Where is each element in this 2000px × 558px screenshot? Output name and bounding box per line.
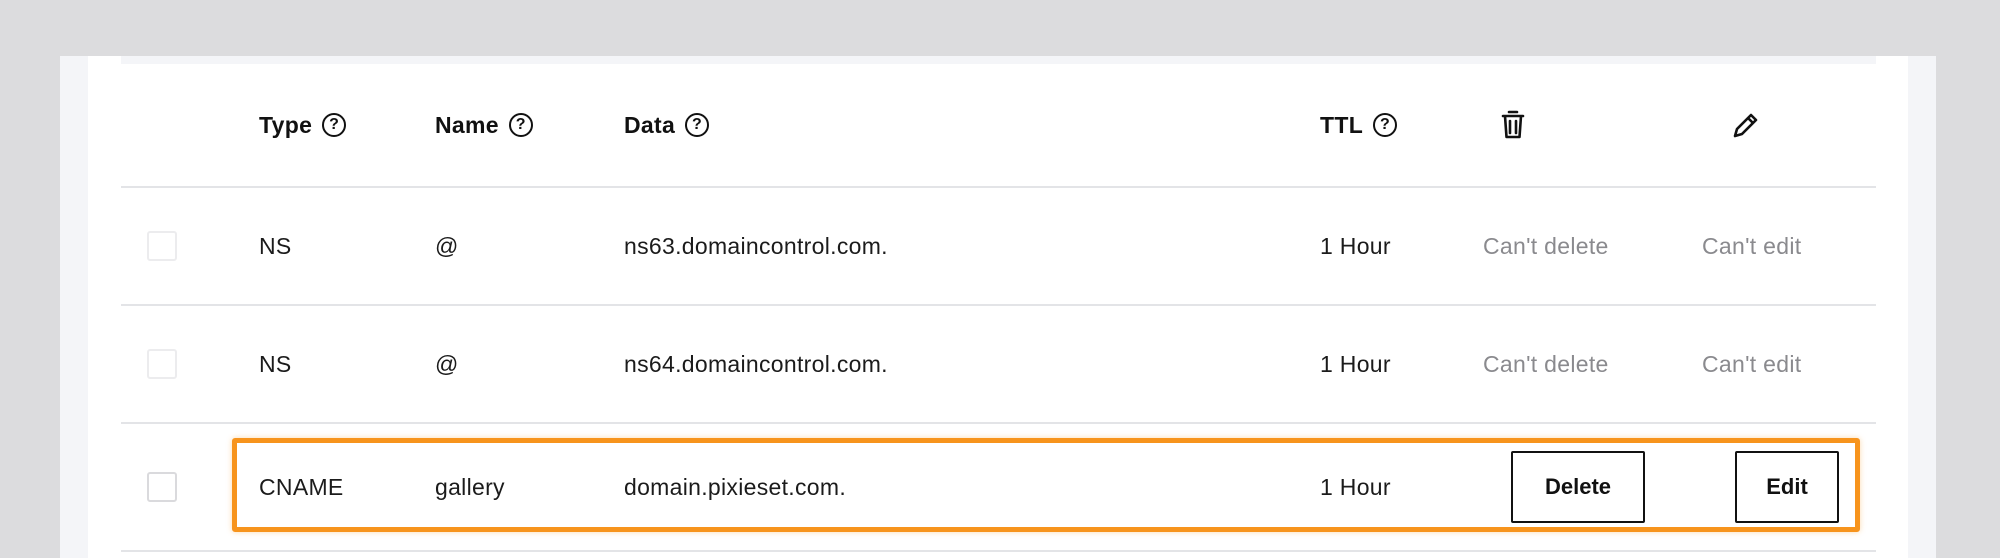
- record-type: NS: [259, 350, 292, 377]
- row-checkbox-cell: [147, 306, 177, 422]
- row-checkbox[interactable]: [147, 349, 177, 379]
- cant-edit-label: Can't edit: [1702, 350, 1802, 377]
- record-name: gallery: [435, 473, 505, 500]
- column-header-ttl: TTL ?: [1320, 64, 1398, 186]
- record-data: domain.pixieset.com.: [624, 473, 847, 500]
- column-header-type: Type ?: [259, 64, 347, 186]
- data-help-icon[interactable]: ?: [685, 113, 710, 137]
- table-row: NS @ ns64.domaincontrol.com. 1 Hour Can'…: [121, 306, 1876, 424]
- table-header-row: Type ? Name ? Data ? TTL ?: [121, 64, 1876, 188]
- column-header-delete: [1501, 64, 1525, 186]
- type-help-icon[interactable]: ?: [322, 113, 347, 137]
- trash-icon: [1501, 110, 1525, 139]
- edit-button-cell: Edit: [1735, 424, 1839, 550]
- panel-top-strip: [121, 56, 1876, 64]
- record-ttl: 1 Hour: [1320, 232, 1391, 259]
- record-data: ns63.domaincontrol.com.: [624, 232, 888, 259]
- pencil-icon: [1733, 113, 1758, 138]
- table-row: NS @ ns63.domaincontrol.com. 1 Hour Can'…: [121, 188, 1876, 306]
- cant-edit-label: Can't edit: [1702, 232, 1802, 259]
- row-checkbox-cell: [147, 188, 177, 304]
- column-header-name-label: Name: [435, 111, 499, 138]
- delete-button-cell: Delete: [1511, 424, 1645, 550]
- ttl-help-icon[interactable]: ?: [1373, 113, 1398, 137]
- delete-button[interactable]: Delete: [1511, 451, 1645, 523]
- row-checkbox[interactable]: [147, 231, 177, 261]
- record-ttl: 1 Hour: [1320, 473, 1391, 500]
- dns-records-panel: Type ? Name ? Data ? TTL ? NS @ ns63.dom…: [88, 56, 1908, 558]
- row-checkbox-cell: [147, 424, 177, 550]
- record-ttl: 1 Hour: [1320, 350, 1391, 377]
- column-header-edit: [1731, 64, 1761, 186]
- column-header-ttl-label: TTL: [1320, 111, 1364, 138]
- record-data: ns64.domaincontrol.com.: [624, 350, 888, 377]
- record-name: @: [435, 350, 459, 377]
- dns-records-table: Type ? Name ? Data ? TTL ? NS @ ns63.dom…: [121, 64, 1876, 552]
- record-type: NS: [259, 232, 292, 259]
- column-header-data: Data ?: [624, 64, 710, 186]
- dns-records-card: Type ? Name ? Data ? TTL ? NS @ ns63.dom…: [60, 56, 1936, 558]
- table-row: CNAME gallery domain.pixieset.com. 1 Hou…: [121, 424, 1876, 552]
- edit-button[interactable]: Edit: [1735, 451, 1839, 523]
- cant-delete-label: Can't delete: [1483, 232, 1609, 259]
- column-header-name: Name ?: [435, 64, 533, 186]
- column-header-data-label: Data: [624, 111, 676, 138]
- name-help-icon[interactable]: ?: [508, 113, 533, 137]
- row-checkbox[interactable]: [147, 472, 177, 502]
- column-header-type-label: Type: [259, 111, 313, 138]
- record-name: @: [435, 232, 459, 259]
- cant-delete-label: Can't delete: [1483, 350, 1609, 377]
- record-type: CNAME: [259, 473, 344, 500]
